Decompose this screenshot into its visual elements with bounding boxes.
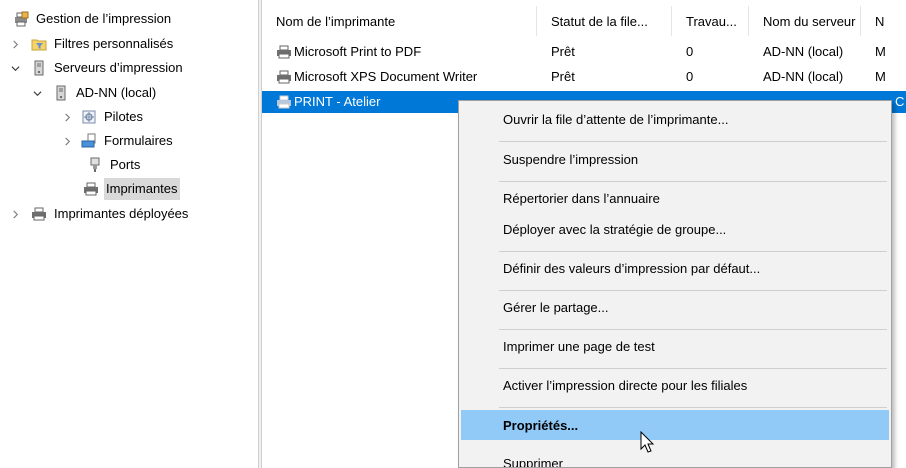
cell-extra: M	[875, 44, 886, 59]
printer-icon	[82, 180, 100, 198]
printer-name: PRINT - Atelier	[294, 94, 381, 109]
forms-icon	[80, 132, 98, 150]
chevron-right-icon[interactable]	[60, 106, 74, 128]
table-row[interactable]: Microsoft Print to PDF Prêt 0 AD-NN (loc…	[262, 41, 906, 63]
tree-label: AD-NN (local)	[76, 85, 157, 100]
filter-folder-icon	[30, 35, 48, 53]
cell-server: AD-NN (local)	[763, 69, 844, 84]
printer-icon	[30, 205, 48, 223]
menu-separator	[499, 407, 887, 408]
tree-item-custom-filters[interactable]: Filtres personnalisés	[8, 33, 175, 55]
tree-label: Formulaires	[104, 133, 173, 148]
tree-label: Ports	[110, 157, 141, 172]
menu-item-deploy-gpo[interactable]: Déployer avec la stratégie de groupe...	[461, 214, 889, 244]
cell-printer-name: Microsoft XPS Document Writer	[276, 66, 536, 88]
navigation-tree: Gestion de l’impression Filtres personna…	[0, 0, 258, 468]
list-header: Nom de l’imprimante Statut de la file...…	[262, 0, 906, 40]
menu-separator	[499, 329, 887, 330]
tree-label: Serveurs d’impression	[54, 60, 183, 75]
print-management-icon	[12, 10, 30, 28]
server-icon	[52, 84, 70, 102]
menu-item-open-queue[interactable]: Ouvrir la file d’attente de l’imprimante…	[461, 104, 889, 134]
printer-icon	[277, 70, 291, 84]
tree-item-deployed-printers[interactable]: Imprimantes déployées	[8, 203, 190, 225]
cell-extra: C	[895, 94, 905, 109]
tree-item-server-ad-nn[interactable]: AD-NN (local)	[30, 82, 158, 104]
menu-separator	[499, 368, 887, 369]
tree-label: Imprimantes	[104, 178, 180, 200]
tree-item-printers[interactable]: Imprimantes	[82, 178, 180, 200]
chevron-down-icon[interactable]	[30, 82, 44, 104]
table-row[interactable]: Microsoft XPS Document Writer Prêt 0 AD-…	[262, 66, 906, 88]
column-header-extra[interactable]: N	[861, 6, 906, 36]
menu-separator	[499, 290, 887, 291]
column-header-jobs[interactable]: Travau...	[672, 6, 749, 36]
cell-status: Prêt	[551, 69, 575, 84]
cell-jobs: 0	[686, 44, 694, 59]
tree-item-forms[interactable]: Formulaires	[60, 130, 175, 152]
column-header-server-name[interactable]: Nom du serveur	[749, 6, 861, 36]
menu-separator	[499, 141, 887, 142]
context-menu: Ouvrir la file d’attente de l’imprimante…	[458, 100, 892, 468]
chevron-right-icon[interactable]	[60, 130, 74, 152]
menu-item-set-printing-defaults[interactable]: Définir des valeurs d’impression par déf…	[461, 253, 889, 283]
chevron-right-icon[interactable]	[8, 33, 22, 55]
tree-item-print-management[interactable]: Gestion de l’impression	[12, 8, 173, 30]
tree-label: Filtres personnalisés	[54, 36, 174, 51]
menu-item-list-in-directory[interactable]: Répertorier dans l’annuaire	[461, 183, 889, 213]
menu-item-print-test-page[interactable]: Imprimer une page de test	[461, 331, 889, 361]
cell-jobs: 0	[686, 69, 694, 84]
printer-icon	[277, 45, 291, 59]
tree-item-ports[interactable]: Ports	[86, 154, 142, 176]
chevron-down-icon[interactable]	[8, 57, 22, 79]
printer-name: Microsoft XPS Document Writer	[294, 69, 478, 84]
port-icon	[86, 156, 104, 174]
column-header-printer-name[interactable]: Nom de l’imprimante	[262, 6, 537, 36]
tree-item-drivers[interactable]: Pilotes	[60, 106, 145, 128]
menu-item-enable-branch-office-printing[interactable]: Activer l’impression directe pour les fi…	[461, 370, 889, 400]
tree-label: Gestion de l’impression	[36, 11, 172, 26]
menu-separator	[499, 181, 887, 182]
tree-label: Pilotes	[104, 109, 144, 124]
tree-label: Imprimantes déployées	[54, 206, 189, 221]
menu-item-manage-sharing[interactable]: Gérer le partage...	[461, 292, 889, 322]
printer-shared-icon	[277, 95, 291, 109]
server-icon	[30, 59, 48, 77]
column-header-queue-status[interactable]: Statut de la file...	[537, 6, 672, 36]
menu-separator	[499, 251, 887, 252]
cell-printer-name: Microsoft Print to PDF	[276, 41, 536, 63]
chevron-right-icon[interactable]	[8, 203, 22, 225]
menu-item-delete[interactable]: Supprimer	[461, 448, 889, 468]
printer-name: Microsoft Print to PDF	[294, 44, 422, 59]
cell-status: Prêt	[551, 44, 575, 59]
cell-extra: M	[875, 69, 886, 84]
menu-item-pause-printing[interactable]: Suspendre l’impression	[461, 144, 889, 174]
tree-item-print-servers[interactable]: Serveurs d’impression	[8, 57, 185, 79]
menu-item-properties[interactable]: Propriétés...	[461, 410, 889, 440]
cell-server: AD-NN (local)	[763, 44, 844, 59]
driver-icon	[80, 108, 98, 126]
